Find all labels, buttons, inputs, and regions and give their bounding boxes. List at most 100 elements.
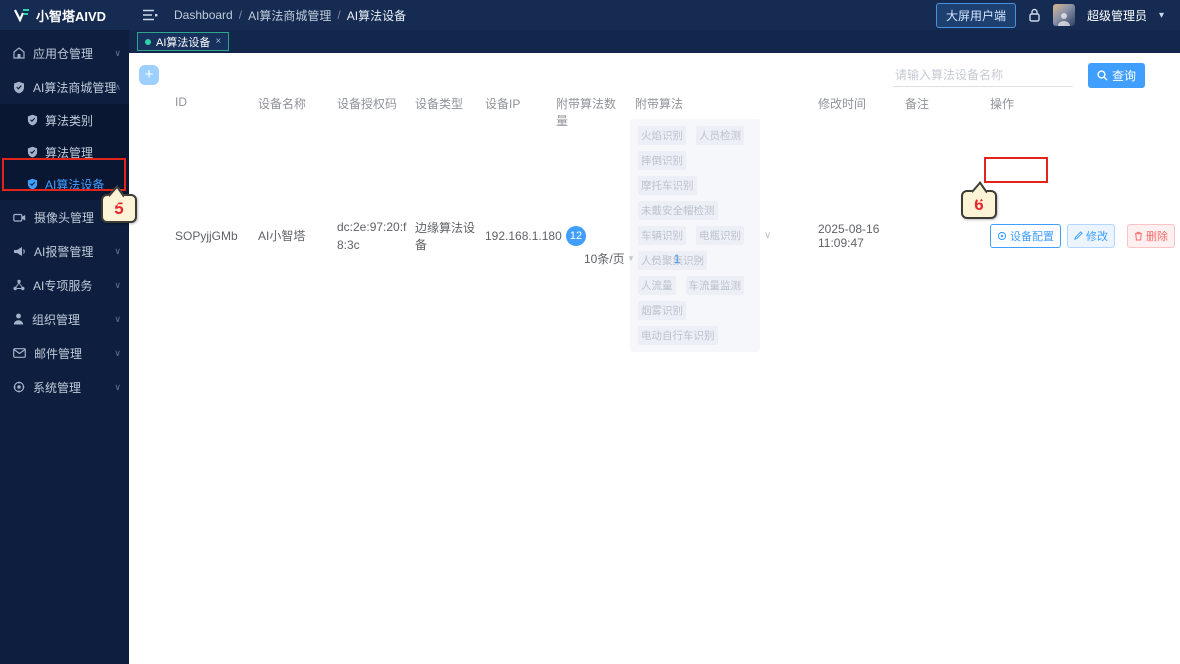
active-tab-dot	[145, 38, 151, 45]
sidebar-item-ai-alarm[interactable]: AI报警管理 ∨	[0, 234, 129, 268]
current-page[interactable]: 1	[674, 252, 681, 266]
tab-label: AI算法设备	[156, 36, 211, 49]
algo-tag: 车辆识别	[638, 226, 686, 245]
warehouse-icon	[13, 47, 25, 59]
pagination: 10条/页 ▾ ‹ 1 ›	[584, 250, 703, 267]
cell-auth-code: dc:2e:97:20:f8:3c	[337, 219, 407, 252]
algo-tag: 人流量	[638, 276, 676, 295]
lock-icon[interactable]	[1028, 8, 1041, 22]
page-size-select[interactable]: 10条/页 ▾	[584, 250, 633, 267]
shield-icon	[27, 146, 38, 158]
breadcrumb-current: AI算法设备	[346, 8, 407, 23]
sidebar-item-ai-algo-market[interactable]: AI算法商城管理 ∧	[0, 70, 129, 104]
chevron-up-icon: ∧	[114, 81, 121, 92]
search-input[interactable]	[892, 64, 1073, 87]
expand-chevron-icon[interactable]: ∨	[764, 230, 771, 241]
chevron-down-icon: ∨	[114, 245, 121, 256]
app-logo: 小智塔AIVD	[0, 6, 129, 25]
big-screen-button[interactable]: 大屏用户端	[935, 2, 1016, 28]
user-dropdown-caret-icon[interactable]: ▾	[1159, 10, 1164, 21]
cell-modified-time: 2025-08-16 11:09:47	[818, 221, 880, 250]
sidebar-item-app-warehouse[interactable]: 应用仓管理 ∨	[0, 36, 129, 70]
search-icon	[1097, 70, 1108, 81]
tab-close-icon[interactable]: ×	[215, 36, 221, 47]
algo-tag: 电动自行车识别	[638, 326, 718, 345]
delete-button[interactable]: 删除	[1127, 223, 1175, 248]
algo-tag: 烟雾识别	[638, 301, 686, 320]
select-caret-icon: ▾	[628, 253, 634, 263]
sidebar-item-label: AI报警管理	[34, 244, 94, 259]
sidebar-item-mail-management[interactable]: 邮件管理 ∨	[0, 336, 129, 370]
sidebar-item-org-management[interactable]: 组织管理 ∨	[0, 302, 129, 336]
person-icon	[13, 313, 24, 325]
sidebar-item-label: 算法管理	[45, 145, 94, 160]
user-avatar[interactable]	[1052, 4, 1075, 26]
logo-text: 小智塔AIVD	[36, 8, 107, 24]
algo-tag: 车流量监测	[685, 276, 744, 295]
sidebar-item-label: 应用仓管理	[33, 46, 94, 61]
cell-id: SOPyjjGMb	[175, 228, 238, 243]
sidebar-item-system-management[interactable]: 系统管理 ∨	[0, 370, 129, 404]
logo-icon	[14, 8, 30, 22]
shield-icon	[13, 81, 25, 94]
chevron-down-icon: ∨	[114, 279, 121, 290]
sidebar-submenu: 算法类别 算法管理 AI算法设备	[0, 104, 129, 200]
breadcrumb-market[interactable]: AI算法商城管理	[248, 7, 331, 24]
chevron-down-icon: ∨	[114, 47, 121, 58]
cell-device-ip: 192.168.1.180	[485, 228, 562, 243]
algo-tag: 人员检测	[696, 126, 744, 145]
tab-bar: AI算法设备 ×	[129, 30, 1180, 53]
sidebar-item-algo-category[interactable]: 算法类别	[0, 104, 129, 136]
chevron-down-icon: ∨	[114, 347, 121, 358]
edit-button[interactable]: 修改	[1067, 223, 1115, 248]
search-button[interactable]: 查询	[1087, 63, 1145, 88]
megaphone-icon	[13, 246, 26, 257]
tab-ai-algo-device[interactable]: AI算法设备 ×	[137, 32, 230, 51]
table-row: SOPyjjGMb AI小智塔 dc:2e:97:20:f8:3c 边缘算法设备…	[129, 119, 1180, 352]
algorithms-box: 火焰识别 人员检测 摔倒识别 摩托车识别 未戴安全帽检测 车辆识别 电瓶识别 人…	[630, 119, 760, 352]
cell-device-name: AI小智塔	[258, 229, 306, 243]
sidebar-item-label: 算法类别	[45, 113, 94, 128]
user-name[interactable]: 超级管理员	[1087, 7, 1147, 24]
sidebar-item-label: 系统管理	[33, 380, 82, 395]
algo-tag: 摩托车识别	[638, 176, 697, 195]
top-header: 小智塔AIVD Dashboard / AI算法商城管理 / AI算法设备 大屏…	[0, 0, 1180, 30]
gear-icon	[997, 231, 1007, 240]
chevron-down-icon: ∨	[114, 381, 121, 392]
algo-tag: 电瓶识别	[696, 226, 744, 245]
breadcrumb-dashboard[interactable]: Dashboard	[174, 8, 233, 22]
algorithms-cell: 火焰识别 人员检测 摔倒识别 摩托车识别 未戴安全帽检测 车辆识别 电瓶识别 人…	[630, 119, 810, 352]
network-icon	[13, 279, 25, 291]
actions-cell: 设备配置 修改 删除	[990, 223, 1175, 248]
search-area: 查询	[892, 63, 1145, 88]
mail-icon	[13, 348, 26, 358]
sidebar-item-label: 组织管理	[32, 312, 81, 327]
sidebar-item-label: AI专项服务	[33, 278, 93, 293]
main-content: + 查询 ID 设备名称 设备授权码 设备类型 设备IP 附带算法数量 附带算法…	[129, 53, 1180, 664]
algo-count-badge: 12	[566, 225, 586, 246]
sidebar-item-label: AI算法设备	[45, 177, 105, 192]
chevron-down-icon: ∨	[114, 313, 121, 324]
next-page-arrow[interactable]: ›	[698, 251, 702, 266]
shield-icon	[27, 114, 38, 126]
header-right: 大屏用户端 超级管理员 ▾	[935, 2, 1180, 28]
edit-icon	[1074, 231, 1083, 240]
prev-page-arrow[interactable]: ‹	[651, 251, 655, 266]
annotation-callout-6: 6	[961, 190, 997, 219]
camera-icon	[13, 212, 26, 223]
annotation-callout-5: 5	[101, 194, 137, 223]
algo-tag: 未戴安全帽检测	[638, 201, 718, 220]
device-config-button[interactable]: 设备配置	[990, 223, 1061, 248]
algo-tag: 摔倒识别	[638, 151, 686, 170]
sidebar-item-label: 邮件管理	[34, 346, 83, 361]
add-device-button[interactable]: +	[139, 65, 159, 85]
shield-icon	[27, 178, 38, 190]
hamburger-menu-icon[interactable]	[143, 9, 158, 21]
cell-device-type: 边缘算法设备	[415, 220, 476, 252]
trash-icon	[1134, 231, 1143, 241]
sidebar-item-ai-special-service[interactable]: AI专项服务 ∨	[0, 268, 129, 302]
sidebar-item-label: 摄像头管理	[34, 210, 95, 225]
breadcrumb: Dashboard / AI算法商城管理 / AI算法设备	[174, 7, 407, 24]
gear-icon	[13, 381, 25, 393]
sidebar-item-algo-management[interactable]: 算法管理	[0, 136, 129, 168]
